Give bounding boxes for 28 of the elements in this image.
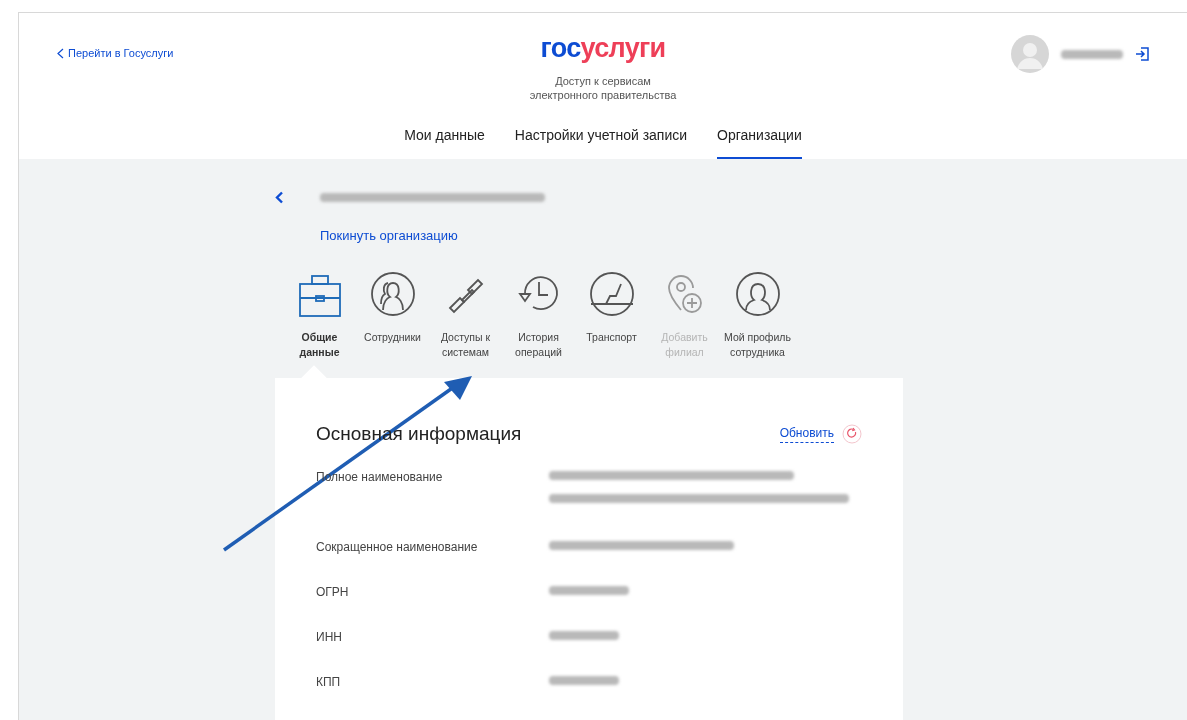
back-link[interactable]: Перейти в Госуслуги: [57, 45, 257, 62]
gauge-icon: [587, 269, 636, 318]
people-icon: [368, 269, 417, 318]
field-label: Сокращенное наименование: [316, 539, 479, 556]
person-icon: [733, 269, 782, 318]
redacted-text: [549, 631, 619, 640]
redacted-text: [549, 676, 619, 685]
refresh-icon[interactable]: [842, 423, 862, 444]
section-tab[interactable]: Сотрудники: [356, 269, 429, 360]
field-label: ИНН: [316, 629, 343, 646]
logout-icon[interactable]: [1135, 47, 1149, 61]
section-tab[interactable]: Общие данные: [283, 269, 356, 360]
field-label: ОГРН: [316, 584, 350, 601]
section-tab[interactable]: Доступы к системам: [429, 269, 502, 360]
nav-tab[interactable]: Настройки учетной записи: [514, 125, 688, 159]
redacted-text: [1061, 49, 1123, 59]
avatar-icon: [1011, 35, 1049, 73]
section-tab[interactable]: История операций: [502, 269, 575, 360]
chevron-left-icon: [57, 47, 64, 59]
logo: госуслуги: [540, 35, 666, 62]
refresh-link[interactable]: Обновить: [779, 424, 834, 444]
section-tab[interactable]: Транспорт: [575, 269, 648, 360]
subtitle: Доступ к сервисам электронного правительства: [529, 74, 677, 102]
chevron-left-icon[interactable]: [275, 191, 284, 204]
nav-tab[interactable]: Мои данные: [404, 125, 485, 159]
field-label: КПП: [316, 674, 342, 691]
leave-link[interactable]: Покинуть организацию: [320, 226, 458, 246]
section-tab[interactable]: Мой профиль сотрудника: [721, 269, 794, 360]
